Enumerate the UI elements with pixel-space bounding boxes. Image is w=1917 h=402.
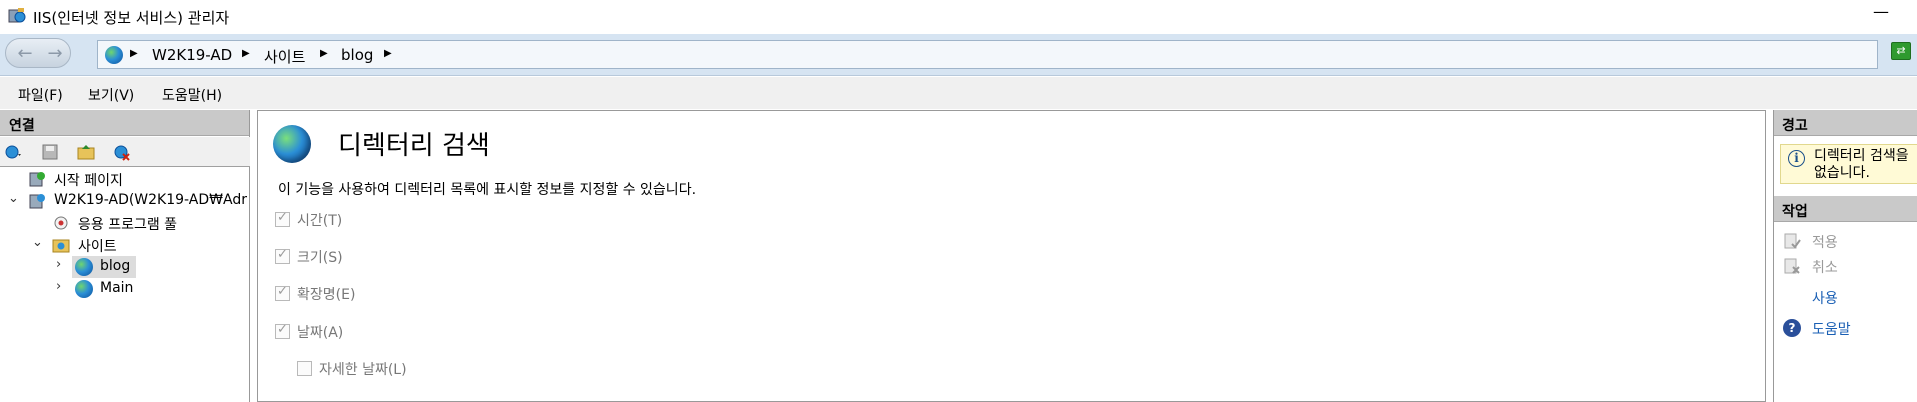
alert-line-2: 없습니다.	[1814, 165, 1870, 181]
option-label: 날짜(A)	[297, 325, 344, 341]
breadcrumb-separator: ▶	[242, 48, 250, 59]
alert-box: i 디렉터리 검색을 없습니다.	[1780, 144, 1917, 184]
nav-buttons: ← →	[5, 38, 71, 68]
chevron-down-icon[interactable]: ⌄	[32, 235, 43, 250]
checkbox-date[interactable]	[275, 322, 290, 339]
tree-item-start-page[interactable]: 시작 페이지	[12, 168, 242, 190]
cancel-icon	[1784, 258, 1800, 274]
checkbox-long-date[interactable]	[297, 361, 312, 376]
menu-file[interactable]: 파일(F)	[18, 85, 63, 105]
breadcrumb-separator: ▶	[320, 48, 328, 59]
tree-item-blog[interactable]: › blog	[56, 256, 250, 278]
checkbox-time[interactable]	[275, 210, 290, 227]
disconnect-icon[interactable]	[113, 143, 131, 161]
breadcrumb-item-blog[interactable]: blog	[341, 46, 373, 64]
tree-item-label: W2K19-AD(W2K19-AD₩Adr	[54, 192, 247, 208]
connect-icon[interactable]	[4, 143, 22, 161]
chevron-right-icon[interactable]: ›	[56, 279, 61, 294]
tree-item-main[interactable]: › Main	[56, 278, 250, 300]
feature-description: 이 기능을 사용하여 디렉터리 목록에 표시할 정보를 지정할 수 있습니다.	[278, 182, 697, 198]
app-pool-icon	[54, 216, 68, 230]
up-folder-icon[interactable]	[77, 143, 95, 161]
sites-folder-icon	[52, 239, 70, 253]
actions-pane: 경고 i 디렉터리 검색을 없습니다. 작업 적용 취소 사용 ? 도움말	[1773, 110, 1917, 402]
checkbox-size[interactable]	[275, 247, 290, 264]
enable-action[interactable]: 사용	[1774, 287, 1917, 309]
tree-item-label: 시작 페이지	[54, 173, 123, 189]
help-label[interactable]: 도움말	[1812, 319, 1851, 339]
tree-item-label: Main	[100, 280, 134, 296]
cancel-action[interactable]: 취소	[1774, 256, 1917, 278]
feature-pane: 디렉터리 검색 이 기능을 사용하여 디렉터리 목록에 표시할 정보를 지정할 …	[257, 110, 1766, 402]
back-arrow-icon[interactable]: ←	[10, 43, 40, 64]
refresh-icon[interactable]: ⇄	[1891, 42, 1911, 60]
breadcrumb[interactable]: ▶ W2K19-AD ▶ 사이트 ▶ blog ▶	[97, 40, 1878, 69]
info-icon: i	[1788, 150, 1805, 167]
menu-bar: 파일(F) 보기(V) 도움말(H)	[0, 77, 1917, 109]
tree-item-server[interactable]: ⌄ W2K19-AD(W2K19-AD₩Adr	[6, 190, 250, 212]
cancel-label: 취소	[1812, 260, 1838, 276]
address-bar: ← → ▶ W2K19-AD ▶ 사이트 ▶ blog ▶ ⇄	[0, 34, 1917, 76]
option-label: 시간(T)	[297, 213, 343, 229]
connections-toolbar	[0, 137, 250, 167]
server-icon	[29, 194, 45, 209]
option-size[interactable]: 크기(S)	[275, 247, 475, 269]
tree-item-app-pools[interactable]: 응용 프로그램 풀	[50, 212, 250, 234]
directory-browsing-icon	[273, 125, 311, 163]
option-label: 확장명(E)	[297, 287, 356, 303]
save-icon[interactable]	[41, 143, 59, 161]
title-bar: IIS(인터넷 정보 서비스) 관리자 —	[0, 0, 1917, 34]
enable-label[interactable]: 사용	[1812, 288, 1838, 308]
option-label: 자세한 날짜(L)	[319, 362, 407, 378]
breadcrumb-item-sites[interactable]: 사이트	[264, 46, 305, 67]
tree-item-label: 사이트	[78, 239, 117, 255]
tree-item-label: blog	[100, 258, 131, 274]
option-long-date[interactable]: 자세한 날짜(L)	[297, 359, 497, 381]
option-extension[interactable]: 확장명(E)	[275, 284, 475, 306]
breadcrumb-item-server[interactable]: W2K19-AD	[152, 46, 232, 64]
help-icon: ?	[1783, 319, 1801, 337]
connections-pane: 연결 시작 페이지 ⌄ W2K19-AD(W2K19-AD₩Adr 응용 프로그…	[0, 110, 250, 402]
apply-label: 적용	[1812, 235, 1838, 251]
alerts-header: 경고	[1774, 110, 1917, 136]
option-date[interactable]: 날짜(A)	[275, 322, 475, 344]
minimize-button[interactable]: —	[1873, 2, 1889, 21]
window-title: IIS(인터넷 정보 서비스) 관리자	[33, 9, 230, 27]
globe-icon	[75, 258, 93, 276]
option-label: 크기(S)	[297, 250, 343, 266]
actions-header: 작업	[1774, 196, 1917, 222]
forward-arrow-icon[interactable]: →	[40, 43, 70, 64]
breadcrumb-separator: ▶	[384, 48, 392, 59]
help-action[interactable]: ? 도움말	[1774, 318, 1917, 340]
start-page-icon	[29, 172, 45, 187]
checkbox-extension[interactable]	[275, 284, 290, 301]
option-time[interactable]: 시간(T)	[275, 210, 475, 232]
menu-help[interactable]: 도움말(H)	[162, 85, 222, 105]
page-title: 디렉터리 검색	[338, 131, 490, 161]
apply-action[interactable]: 적용	[1774, 231, 1917, 253]
breadcrumb-separator: ▶	[130, 48, 138, 59]
globe-icon	[75, 280, 93, 298]
apply-icon	[1784, 233, 1801, 249]
globe-icon	[105, 46, 123, 64]
tree-item-sites[interactable]: ⌄ 사이트	[30, 234, 250, 256]
alert-text: 디렉터리 검색을 없습니다.	[1814, 148, 1909, 182]
chevron-right-icon[interactable]: ›	[56, 257, 61, 272]
menu-view[interactable]: 보기(V)	[88, 85, 134, 105]
tree-item-label: 응용 프로그램 풀	[78, 217, 178, 233]
chevron-down-icon[interactable]: ⌄	[8, 191, 19, 206]
connections-header: 연결	[0, 110, 249, 136]
iis-app-icon	[8, 8, 26, 23]
alert-line-1: 디렉터리 검색을	[1814, 148, 1909, 164]
